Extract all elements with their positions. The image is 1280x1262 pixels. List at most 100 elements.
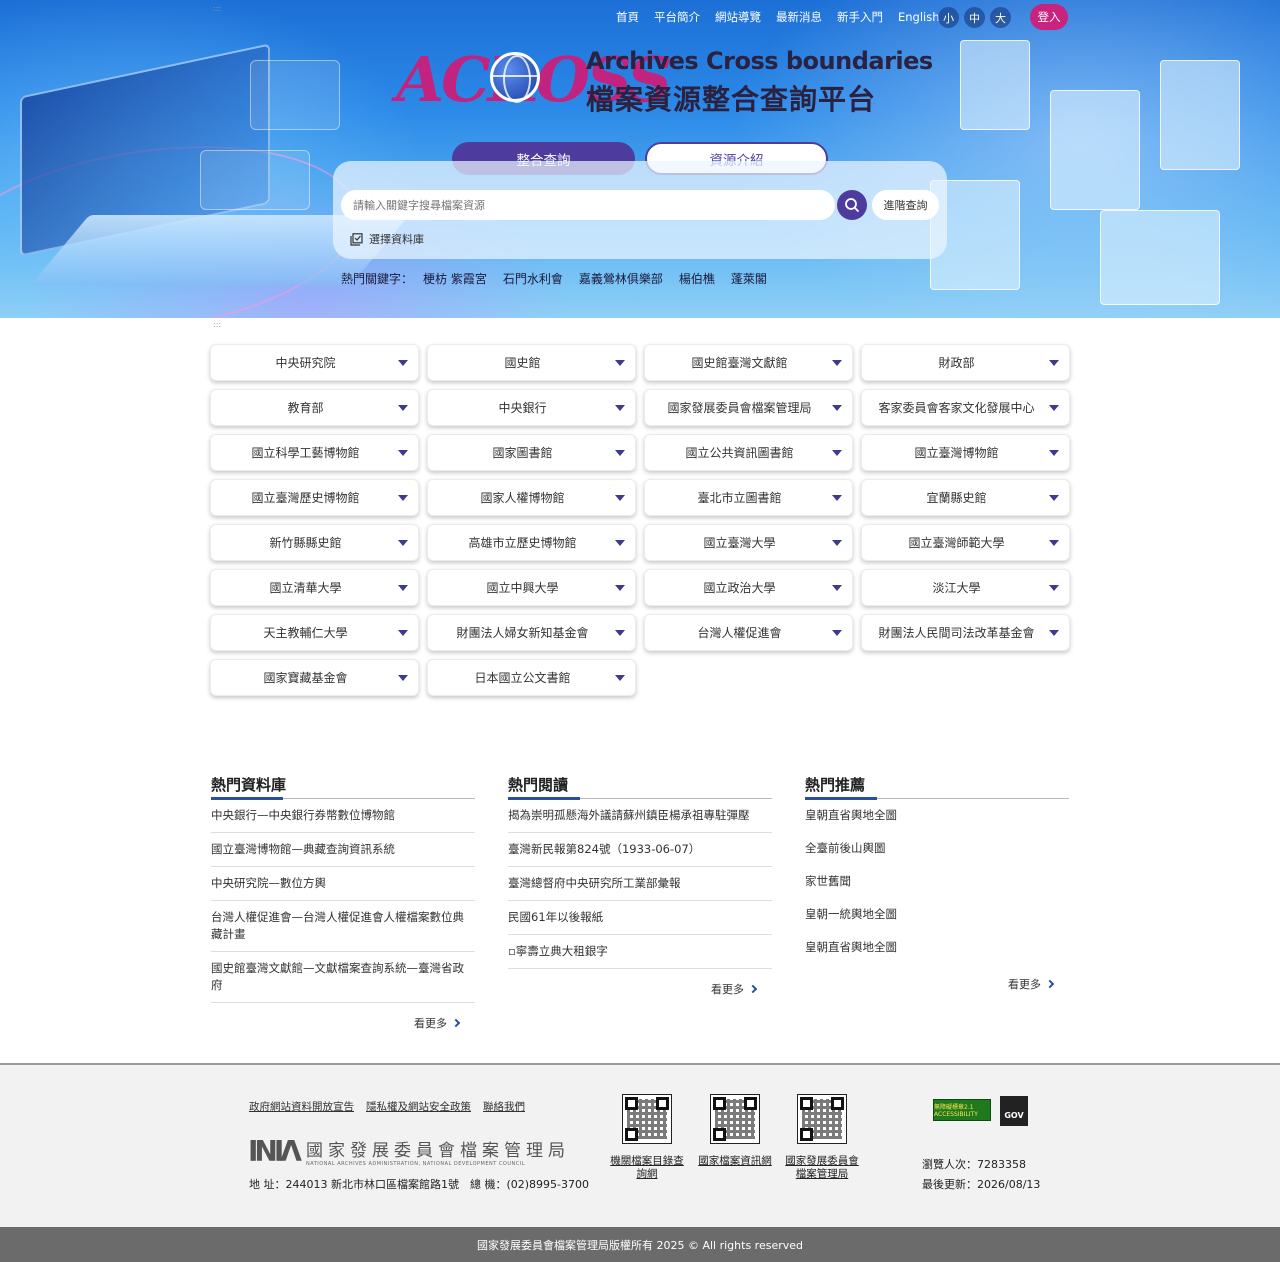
list-item[interactable]: ▫寧壽立典大租銀字 <box>508 935 772 969</box>
organization-dropdown[interactable]: 國立臺灣歷史博物館 <box>210 479 419 516</box>
hot-keyword-link[interactable]: 石門水利會 <box>503 270 563 287</box>
caret-down-icon <box>1049 540 1059 546</box>
caret-down-icon <box>615 450 625 456</box>
caret-down-icon <box>832 405 842 411</box>
list-item[interactable]: 臺灣新民報第824號（1933-06-07） <box>508 833 772 867</box>
font-medium-button[interactable]: 中 <box>964 7 985 28</box>
advanced-search-button[interactable]: 進階查詢 <box>872 190 939 220</box>
caret-down-icon <box>398 540 408 546</box>
nav-home[interactable]: 首頁 <box>616 9 639 25</box>
organization-dropdown[interactable]: 台灣人權促進會 <box>644 614 853 651</box>
chevron-right-icon <box>451 1018 461 1028</box>
list-item[interactable]: 皇朝直省輿地全圖 <box>805 799 1069 832</box>
skip-marker[interactable]: ::: <box>213 320 221 329</box>
caret-down-icon <box>832 540 842 546</box>
organization-dropdown[interactable]: 國立中興大學 <box>427 569 636 606</box>
organization-dropdown[interactable]: 新竹縣縣史館 <box>210 524 419 561</box>
organization-dropdown[interactable]: 國立清華大學 <box>210 569 419 606</box>
list-item[interactable]: 中央研究院—數位方輿 <box>211 867 475 901</box>
organization-dropdown[interactable]: 臺北市立圖書館 <box>644 479 853 516</box>
search-input[interactable] <box>341 190 835 220</box>
organization-dropdown[interactable]: 國家人權博物館 <box>427 479 636 516</box>
organization-dropdown[interactable]: 國家圖書館 <box>427 434 636 471</box>
caret-down-icon <box>615 585 625 591</box>
organization-label: 國立臺灣師範大學 <box>908 536 1005 550</box>
search-button[interactable] <box>837 190 867 220</box>
list-item[interactable]: 揭為崇明孤懸海外議請蘇州鎮臣楊承祖專駐彈壓 <box>508 799 772 833</box>
list-item[interactable]: 皇朝直省輿地全圖 <box>805 931 1069 964</box>
organization-dropdown[interactable]: 財團法人民間司法改革基金會 <box>861 614 1070 651</box>
nav-sitemap[interactable]: 網站導覽 <box>715 9 761 25</box>
nav-english[interactable]: English <box>898 10 940 24</box>
contact-link[interactable]: 聯絡我們 <box>483 1099 525 1114</box>
privacy-policy-link[interactable]: 隱私權及網站安全政策 <box>366 1099 471 1114</box>
more-link[interactable]: 看更多 <box>492 981 758 997</box>
nav-news[interactable]: 最新消息 <box>776 9 822 25</box>
open-data-link[interactable]: 政府網站資料開放宣告 <box>249 1099 354 1114</box>
choose-database-button[interactable]: 選擇資料庫 <box>350 231 424 247</box>
font-large-button[interactable]: 大 <box>990 7 1011 28</box>
hot-keyword-link[interactable]: 嘉義鶯林俱樂部 <box>579 270 663 287</box>
login-button[interactable]: 登入 <box>1030 4 1068 30</box>
list-item[interactable]: 皇朝一統輿地全圖 <box>805 898 1069 931</box>
list-item[interactable]: 台灣人權促進會—台灣人權促進會人權檔案數位典藏計畫 <box>211 901 475 952</box>
more-link[interactable]: 看更多 <box>195 1015 461 1031</box>
site-stats: 瀏覽人次：7283358 最後更新：2026/08/13 <box>922 1155 1040 1195</box>
list-item[interactable]: 國立臺灣博物館—典藏查詢資訊系統 <box>211 833 475 867</box>
decorative-document <box>960 40 1030 130</box>
list-item[interactable]: 國史館臺灣文獻館—文獻檔案查詢系統—臺灣省政府 <box>211 952 475 1003</box>
decorative-panel <box>250 60 340 130</box>
hot-keyword-link[interactable]: 梗枋 紫霞宮 <box>423 270 487 287</box>
hot-keyword-link[interactable]: 楊伯樵 <box>679 270 715 287</box>
site-logo[interactable]: ACROSS Archives Cross boundaries 檔案資源整合查… <box>396 44 933 117</box>
organization-label: 國立公共資訊圖書館 <box>685 446 794 460</box>
organization-dropdown[interactable]: 中央銀行 <box>427 389 636 426</box>
organization-dropdown[interactable]: 財團法人婦女新知基金會 <box>427 614 636 651</box>
organization-label: 財政部 <box>938 356 975 370</box>
organization-dropdown[interactable]: 國立臺灣師範大學 <box>861 524 1070 561</box>
hot-keyword-link[interactable]: 蓬萊閣 <box>731 270 767 287</box>
organization-dropdown[interactable]: 日本國立公文書館 <box>427 659 636 696</box>
organization-label: 台灣人權促進會 <box>697 626 782 640</box>
qr-label-catalog[interactable]: 機關檔案目錄查詢網 <box>606 1155 688 1181</box>
caret-down-icon <box>615 495 625 501</box>
section-title: 熱門資料庫 <box>211 774 475 800</box>
organization-dropdown[interactable]: 高雄市立歷史博物館 <box>427 524 636 561</box>
list-item[interactable]: 中央銀行—中央銀行券幣數位博物館 <box>211 799 475 833</box>
organization-dropdown[interactable]: 國立臺灣博物館 <box>861 434 1070 471</box>
organization-dropdown[interactable]: 教育部 <box>210 389 419 426</box>
organization-dropdown[interactable]: 宜蘭縣史館 <box>861 479 1070 516</box>
organization-dropdown[interactable]: 財政部 <box>861 344 1070 381</box>
font-small-button[interactable]: 小 <box>938 7 959 28</box>
organization-dropdown[interactable]: 客家委員會客家文化發展中心 <box>861 389 1070 426</box>
organization-dropdown[interactable]: 中央研究院 <box>210 344 419 381</box>
caret-down-icon <box>398 630 408 636</box>
more-link[interactable]: 看更多 <box>789 976 1055 992</box>
qr-label-national-archives[interactable]: 國家檔案資訊網 <box>694 1155 776 1168</box>
organization-dropdown[interactable]: 國家寶藏基金會 <box>210 659 419 696</box>
list-item[interactable]: 全臺前後山輿圖 <box>805 832 1069 865</box>
organization-dropdown[interactable]: 國家發展委員會檔案管理局 <box>644 389 853 426</box>
skip-marker[interactable]: ::: <box>213 4 221 13</box>
organization-dropdown[interactable]: 國立臺灣大學 <box>644 524 853 561</box>
organization-dropdown[interactable]: 天主教輔仁大學 <box>210 614 419 651</box>
organization-label: 國立科學工藝博物館 <box>251 446 360 460</box>
gov-badge[interactable]: GOV <box>1000 1096 1028 1126</box>
nav-guide[interactable]: 新手入門 <box>837 9 883 25</box>
organization-dropdown[interactable]: 國立政治大學 <box>644 569 853 606</box>
accessibility-badge[interactable]: 無障礙標章2.1 ACCESSIBILITY <box>933 1099 991 1121</box>
organization-dropdown[interactable]: 國立公共資訊圖書館 <box>644 434 853 471</box>
organization-dropdown[interactable]: 國史館 <box>427 344 636 381</box>
caret-down-icon <box>615 405 625 411</box>
organization-dropdown[interactable]: 淡江大學 <box>861 569 1070 606</box>
organization-dropdown[interactable]: 國立科學工藝博物館 <box>210 434 419 471</box>
organization-label: 淡江大學 <box>932 581 981 595</box>
nav-about[interactable]: 平台簡介 <box>654 9 700 25</box>
archives-logo-en: NATIONAL ARCHIVES ADMINISTRATION, NATION… <box>305 1161 525 1167</box>
list-item[interactable]: 民國61年以後報紙 <box>508 901 772 935</box>
organization-dropdown[interactable]: 國史館臺灣文獻館 <box>644 344 853 381</box>
list-item[interactable]: 臺灣總督府中央研究所工業部彙報 <box>508 867 772 901</box>
caret-down-icon <box>398 360 408 366</box>
list-item[interactable]: 家世舊聞 <box>805 865 1069 898</box>
qr-label-admin[interactable]: 國家發展委員會檔案管理局 <box>782 1155 862 1181</box>
